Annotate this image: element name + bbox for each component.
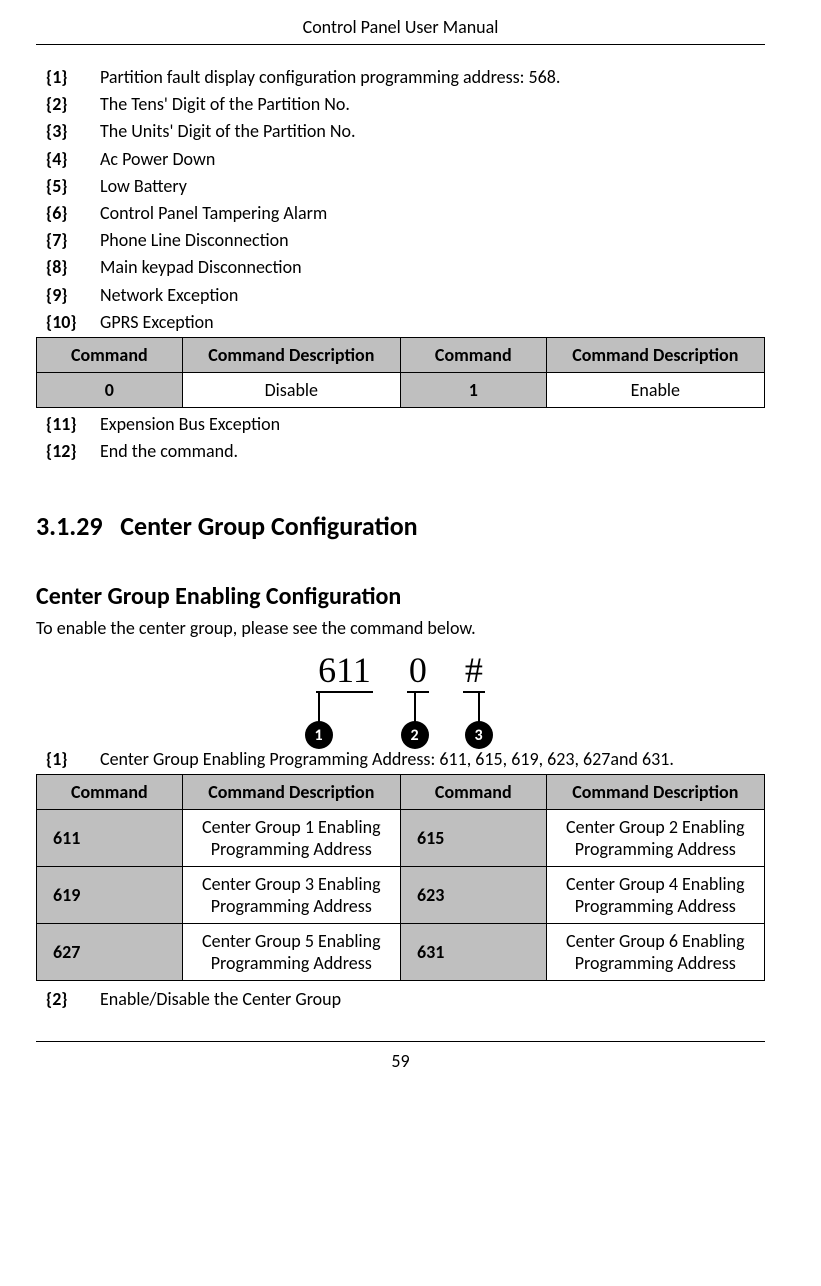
- legend-number: {1}: [46, 747, 88, 772]
- th: Command: [400, 337, 546, 372]
- item-number: {2}: [46, 92, 88, 117]
- diagram-stem-icon: [318, 693, 320, 723]
- cell-command: 631: [400, 924, 546, 981]
- legend-text: Enable/Disable the Center Group: [100, 987, 341, 1012]
- item-number: {8}: [46, 255, 88, 280]
- cell-command: 623: [400, 867, 546, 924]
- cell-command: 611: [37, 810, 183, 867]
- numbered-list-top: {1} Partition fault display configuration…: [36, 65, 765, 335]
- th: Command: [400, 775, 546, 810]
- th: Command: [37, 337, 183, 372]
- item-text: Phone Line Disconnection: [100, 228, 289, 253]
- diagram-seg-2: 0: [407, 649, 429, 693]
- table-row: 611 Center Group 1 Enabling Programming …: [37, 810, 765, 867]
- numbered-list-continued: {11} Expension Bus Exception {12} End the …: [36, 412, 765, 464]
- diagram-segments: 611 0 #: [316, 649, 485, 693]
- table-row: 619 Center Group 3 Enabling Programming …: [37, 867, 765, 924]
- item-number: {4}: [46, 147, 88, 172]
- list-item: {12} End the command.: [46, 439, 765, 464]
- th: Command Description: [182, 775, 400, 810]
- table-header-row: Command Command Description Command Comm…: [37, 775, 765, 810]
- th: Command Description: [546, 337, 764, 372]
- table-row: 627 Center Group 5 Enabling Programming …: [37, 924, 765, 981]
- command-table-disable-enable: Command Command Description Command Comm…: [36, 337, 765, 408]
- list-item: {6} Control Panel Tampering Alarm: [46, 201, 765, 226]
- item-text: The Tens' Digit of the Partition No.: [100, 92, 350, 117]
- cell-description: Enable: [546, 372, 764, 407]
- cell-description: Center Group 2 Enabling Programming Addr…: [546, 810, 764, 867]
- item-text: Low Battery: [100, 174, 187, 199]
- legend-item-1: {1} Center Group Enabling Programming Ad…: [46, 747, 765, 772]
- item-number: {5}: [46, 174, 88, 199]
- cell-command: 1: [400, 372, 546, 407]
- list-item: {4} Ac Power Down: [46, 147, 765, 172]
- diagram-bubble-3: 3: [465, 721, 493, 749]
- section-number: 3.1.29: [36, 510, 103, 542]
- list-item: {5} Low Battery: [46, 174, 765, 199]
- diagram-stem-icon: [478, 693, 480, 723]
- list-item: {1} Partition fault display configuration…: [46, 65, 765, 90]
- item-text: Network Exception: [100, 283, 238, 308]
- diagram-seg-3: #: [463, 649, 485, 693]
- th: Command Description: [546, 775, 764, 810]
- th: Command: [37, 775, 183, 810]
- subsection-heading: Center Group Enabling Configuration: [36, 582, 765, 611]
- item-text: Main keypad Disconnection: [100, 255, 302, 280]
- item-number: {12}: [46, 439, 88, 464]
- cell-description: Disable: [182, 372, 400, 407]
- item-number: {11}: [46, 412, 88, 437]
- page-number: 59: [391, 1050, 409, 1072]
- item-text: Control Panel Tampering Alarm: [100, 201, 327, 226]
- item-text: End the command.: [100, 439, 238, 464]
- cell-command: 615: [400, 810, 546, 867]
- cell-description: Center Group 1 Enabling Programming Addr…: [182, 810, 400, 867]
- item-text: Partition fault display configuration pr…: [100, 65, 560, 90]
- list-item: {9} Network Exception: [46, 283, 765, 308]
- diagram-seg-1: 611: [316, 649, 373, 693]
- cell-description: Center Group 5 Enabling Programming Addr…: [182, 924, 400, 981]
- diagram-bubble-1: 1: [305, 721, 333, 749]
- intro-paragraph: To enable the center group, please see t…: [36, 617, 765, 639]
- table-header-row: Command Command Description Command Comm…: [37, 337, 765, 372]
- list-item: {11} Expension Bus Exception: [46, 412, 765, 437]
- th: Command Description: [182, 337, 400, 372]
- cell-command: 619: [37, 867, 183, 924]
- command-diagram: 611 0 # 1 2 3: [36, 649, 765, 741]
- list-item: {10} GPRS Exception: [46, 310, 765, 335]
- item-number: {6}: [46, 201, 88, 226]
- cell-command: 627: [37, 924, 183, 981]
- page-footer: 59: [36, 1041, 765, 1072]
- page: Control Panel User Manual {1} Partition f…: [0, 0, 821, 1096]
- diagram-connectors: 1 2 3: [286, 693, 516, 741]
- cell-description: Center Group 6 Enabling Programming Addr…: [546, 924, 764, 981]
- item-number: {7}: [46, 228, 88, 253]
- command-table-center-group: Command Command Description Command Comm…: [36, 774, 765, 981]
- item-number: {1}: [46, 65, 88, 90]
- diagram-stem-icon: [414, 693, 416, 723]
- section-title: Center Group Configuration: [120, 510, 417, 542]
- item-number: {3}: [46, 119, 88, 144]
- running-header: Control Panel User Manual: [36, 16, 765, 45]
- section-heading: 3.1.29 Center Group Configuration: [36, 510, 765, 542]
- list-item: {2} The Tens' Digit of the Partition No.: [46, 92, 765, 117]
- item-number: {10}: [46, 310, 88, 335]
- cell-description: Center Group 4 Enabling Programming Addr…: [546, 867, 764, 924]
- list-item: {3} The Units' Digit of the Partition No.: [46, 119, 765, 144]
- item-number: {9}: [46, 283, 88, 308]
- cell-description: Center Group 3 Enabling Programming Addr…: [182, 867, 400, 924]
- legend-item-2: {2} Enable/Disable the Center Group: [46, 987, 765, 1012]
- diagram-bubble-2: 2: [401, 721, 429, 749]
- item-text: GPRS Exception: [100, 310, 214, 335]
- list-item: {8} Main keypad Disconnection: [46, 255, 765, 280]
- item-text: Expension Bus Exception: [100, 412, 280, 437]
- cell-command: 0: [37, 372, 183, 407]
- item-text: Ac Power Down: [100, 147, 215, 172]
- legend-text: Center Group Enabling Programming Addres…: [100, 747, 674, 772]
- item-text: The Units' Digit of the Partition No.: [100, 119, 356, 144]
- table-row: 0 Disable 1 Enable: [37, 372, 765, 407]
- legend-number: {2}: [46, 987, 88, 1012]
- list-item: {7} Phone Line Disconnection: [46, 228, 765, 253]
